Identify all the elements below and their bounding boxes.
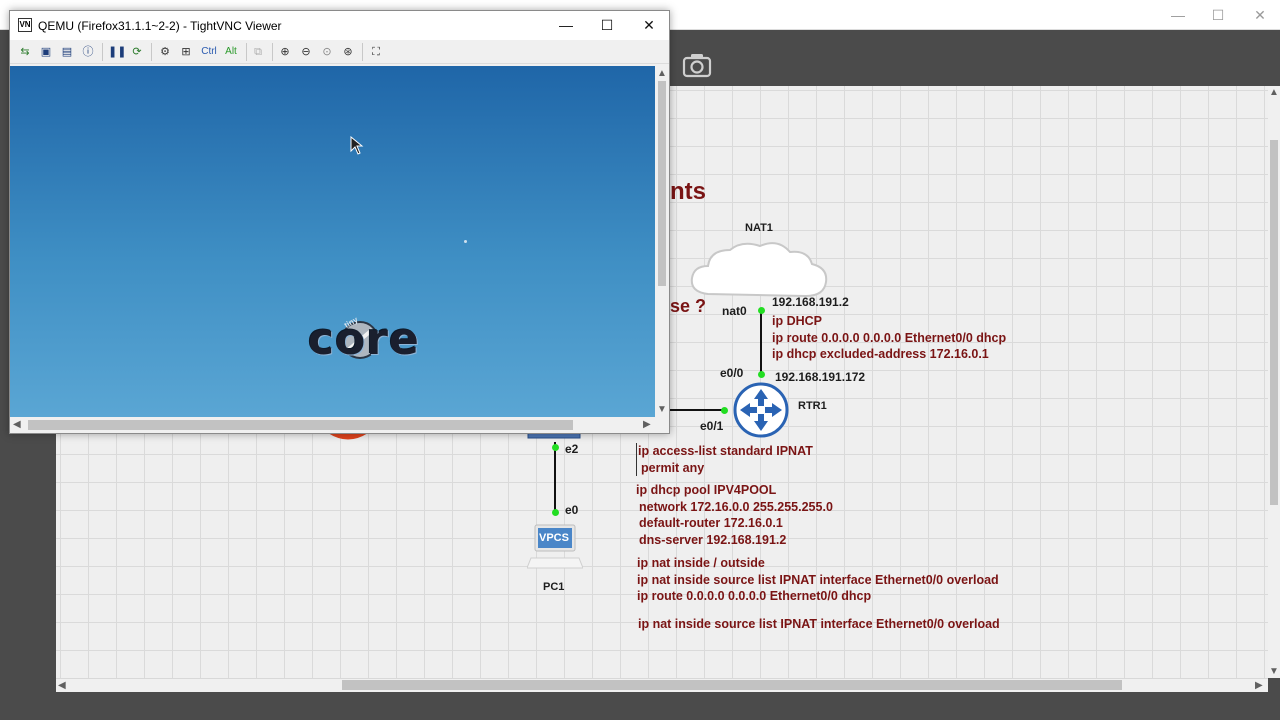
- rtr-ip-label: 192.168.191.172: [775, 370, 866, 384]
- vnc-minimize-button[interactable]: —: [545, 11, 587, 40]
- rtr1-label: RTR1: [798, 400, 827, 412]
- remote-desktop-screen[interactable]: core tiny: [10, 66, 655, 417]
- vnc-maximize-button[interactable]: ☐: [586, 11, 628, 40]
- config-line: ip nat inside source list IPNAT interfac…: [637, 572, 999, 587]
- toolbar-separator: [102, 43, 103, 61]
- e0-1-port-dot: [721, 407, 728, 414]
- config-line: ip route 0.0.0.0 0.0.0.0 Ethernet0/0 dhc…: [772, 330, 1007, 345]
- fullscreen-icon[interactable]: ⛶: [368, 44, 384, 60]
- port-label-e0-0: e0/0: [720, 366, 744, 380]
- vnc-close-button[interactable]: ✕: [628, 11, 670, 40]
- port-label-e0-1: e0/1: [700, 419, 724, 433]
- router-icon[interactable]: [733, 382, 789, 438]
- toolbar-separator: [246, 43, 247, 61]
- vnc-scroll-right-icon[interactable]: ▶: [643, 420, 651, 430]
- nat0-port-dot: [758, 307, 765, 314]
- config-line: permit any: [641, 460, 705, 475]
- gns3-toolbar: [670, 30, 1280, 86]
- scroll-up-arrow-icon[interactable]: ▲: [1269, 88, 1279, 98]
- dhcp-pool-config-block: ip dhcp pool IPV4POOL network 172.16.0.0…: [636, 482, 833, 548]
- desktop-speck: [464, 240, 467, 243]
- rtr-config-block: ip DHCP ip route 0.0.0.0 0.0.0.0 Etherne…: [772, 313, 1006, 363]
- tinycore-logo-text: core: [308, 314, 420, 365]
- send-ctrl-alt-del-icon[interactable]: ⚙: [157, 44, 173, 60]
- refresh-icon[interactable]: ⟳: [129, 44, 145, 60]
- nat1-label: NAT1: [745, 222, 773, 234]
- vnc-scroll-up-icon[interactable]: ▲: [657, 69, 667, 79]
- port-label-e0: e0: [565, 503, 579, 517]
- toolbar-separator: [272, 43, 273, 61]
- send-ctrl-esc-icon[interactable]: ⊞: [178, 44, 194, 60]
- vnc-scroll-left-icon[interactable]: ◀: [13, 420, 21, 430]
- gns3-maximize-button[interactable]: ☐: [1198, 4, 1238, 26]
- alt-key-button[interactable]: Alt: [222, 44, 240, 60]
- config-line: network 172.16.0.0 255.255.255.0: [639, 499, 833, 514]
- vnc-toolbar: ⇆ ▣ ▤ ⓘ ❚❚ ⟳ ⚙ ⊞ Ctrl Alt ⧉ ⊕ ⊖ ⊙ ⊛ ⛶: [10, 40, 669, 64]
- vnc-titlebar[interactable]: VN QEMU (Firefox31.1.1~2-2) - TightVNC V…: [10, 11, 669, 40]
- vnc-viewer-window[interactable]: VN QEMU (Firefox31.1.1~2-2) - TightVNC V…: [9, 10, 670, 434]
- config-line: default-router 172.16.0.1: [639, 516, 783, 530]
- question-fragment: se ?: [670, 296, 707, 316]
- ctrl-key-button[interactable]: Ctrl: [198, 44, 220, 60]
- vnc-scroll-down-icon[interactable]: ▼: [657, 405, 667, 415]
- transfer-files-icon[interactable]: ⧉: [250, 44, 266, 60]
- config-line: ip DHCP: [772, 314, 822, 328]
- config-line: dns-server 192.168.191.2: [639, 532, 787, 547]
- zoom-fit-icon[interactable]: ⊛: [340, 44, 356, 60]
- toolbar-separator: [362, 43, 363, 61]
- scroll-down-arrow-icon[interactable]: ▼: [1269, 667, 1279, 677]
- page-heading-fragment: nts: [670, 178, 706, 205]
- save-icon[interactable]: ▣: [38, 44, 54, 60]
- canvas-horizontal-scroll-thumb[interactable]: [342, 680, 1122, 690]
- e0-port-dot: [552, 509, 559, 516]
- config-line: ip dhcp pool IPV4POOL: [636, 483, 777, 497]
- nat-ip-label: 192.168.191.2: [772, 295, 849, 309]
- e0-0-port-dot: [758, 371, 765, 378]
- config-line: ip nat inside / outside: [637, 556, 765, 570]
- config-line: ip access-list standard IPNAT: [638, 444, 813, 458]
- canvas-vertical-scroll-thumb[interactable]: [1270, 140, 1278, 505]
- vnc-horizontal-scroll-thumb[interactable]: [28, 420, 573, 430]
- mouse-cursor-icon: [350, 136, 364, 155]
- pc1-label: PC1: [543, 581, 565, 593]
- port-label-nat0: nat0: [722, 304, 747, 318]
- vnc-window-title: QEMU (Firefox31.1.1~2-2) - TightVNC View…: [38, 19, 282, 33]
- config-line: ip route 0.0.0.0 0.0.0.0 Ethernet0/0 dhc…: [637, 589, 872, 603]
- gns3-close-button[interactable]: ✕: [1240, 4, 1280, 26]
- toolbar-separator: [151, 43, 152, 61]
- pause-icon[interactable]: ❚❚: [108, 44, 126, 60]
- nat-overload-note: ip nat inside source list IPNAT interfac…: [638, 617, 1000, 631]
- e2-port-dot: [552, 444, 559, 451]
- gns3-minimize-button[interactable]: —: [1158, 4, 1198, 26]
- nat-config-block: ip nat inside / outside ip nat inside so…: [637, 555, 999, 605]
- info-icon[interactable]: ⓘ: [80, 44, 96, 60]
- acl-config-block: ip access-list standard IPNAT permit any: [636, 443, 813, 476]
- zoom-out-icon[interactable]: ⊖: [298, 44, 314, 60]
- camera-icon[interactable]: [682, 52, 712, 78]
- scroll-right-arrow-icon[interactable]: ▶: [1255, 681, 1263, 691]
- config-line: ip dhcp excluded-address 172.16.0.1: [772, 347, 989, 361]
- new-connection-icon[interactable]: ⇆: [17, 44, 33, 60]
- vpcs-badge: VPCS: [539, 532, 569, 544]
- vnc-vertical-scroll-thumb[interactable]: [658, 81, 666, 286]
- vnc-app-icon[interactable]: VN: [18, 18, 32, 32]
- options-icon[interactable]: ▤: [59, 44, 75, 60]
- scroll-left-arrow-icon[interactable]: ◀: [58, 681, 66, 691]
- zoom-in-icon[interactable]: ⊕: [277, 44, 293, 60]
- port-label-e2: e2: [565, 442, 579, 456]
- zoom-actual-icon[interactable]: ⊙: [319, 44, 335, 60]
